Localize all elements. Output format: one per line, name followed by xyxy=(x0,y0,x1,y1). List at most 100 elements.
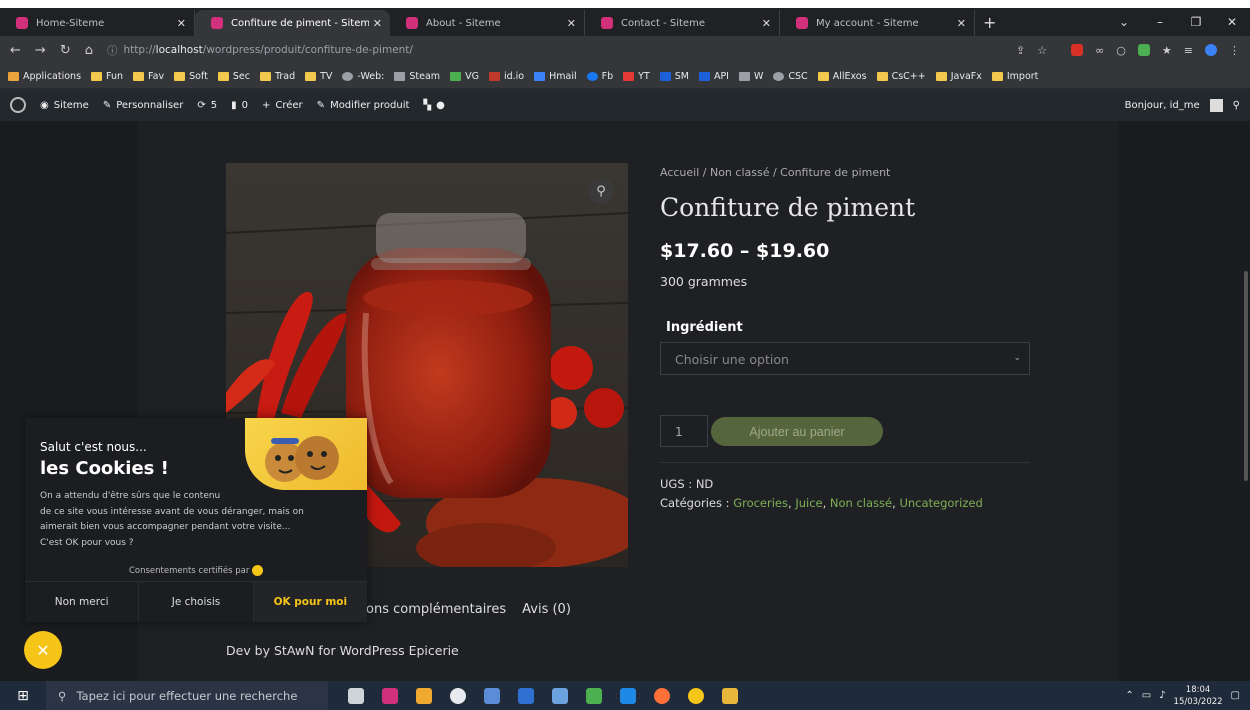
close-tab-icon[interactable]: ✕ xyxy=(567,17,576,30)
ingredient-select[interactable]: Choisir une option ⌄ xyxy=(660,342,1030,375)
clock[interactable]: 18:04 15/03/2022 xyxy=(1174,684,1223,708)
browser-tab[interactable]: My account - Siteme ✕ xyxy=(780,10,975,36)
share-icon[interactable]: ⇪ xyxy=(1016,44,1025,57)
avatar[interactable] xyxy=(1209,98,1223,112)
greeting[interactable]: Bonjour, id_me xyxy=(1125,100,1200,111)
bookmark-item[interactable]: Steam xyxy=(394,71,440,82)
bookmark-item[interactable]: Soft xyxy=(174,71,208,82)
bookmark-item[interactable]: -Web: xyxy=(342,71,384,82)
close-tab-icon[interactable]: ✕ xyxy=(177,17,186,30)
bookmark-item[interactable]: Fun xyxy=(91,71,123,82)
chevron-up-icon[interactable]: ⌃ xyxy=(1125,690,1133,701)
add-to-cart-button[interactable]: Ajouter au panier xyxy=(711,417,883,446)
browser-tab[interactable]: Home-Siteme ✕ xyxy=(0,10,195,36)
minimize-button[interactable]: – xyxy=(1142,15,1178,29)
close-tab-icon[interactable]: ✕ xyxy=(957,17,966,30)
yoast-link[interactable]: ▚ ● xyxy=(423,100,444,111)
back-icon[interactable]: ← xyxy=(10,43,21,58)
info-icon[interactable]: ⓘ xyxy=(107,43,118,58)
category-link[interactable]: Non classé xyxy=(830,496,892,510)
bookmark-item[interactable]: Fav xyxy=(133,71,164,82)
taskbar-search[interactable]: ⚲ Tapez ici pour effectuer une recherche xyxy=(46,681,328,710)
forward-icon[interactable]: → xyxy=(35,43,46,58)
firefox-icon[interactable] xyxy=(654,687,670,704)
browser-tab[interactable]: Contact - Siteme ✕ xyxy=(585,10,780,36)
category-link[interactable]: Juice xyxy=(795,496,822,510)
bookmark-item[interactable]: Import xyxy=(991,71,1038,82)
reload-icon[interactable]: ↻ xyxy=(60,43,71,58)
extension-icon[interactable] xyxy=(1071,44,1084,56)
bookmark-item[interactable]: id.io xyxy=(488,71,524,82)
bookmark-item[interactable]: Trad xyxy=(259,71,295,82)
profile-avatar[interactable] xyxy=(1205,44,1217,56)
task-view-icon[interactable] xyxy=(348,687,364,704)
bookmark-item[interactable]: API xyxy=(698,71,729,82)
home-icon[interactable]: ⌂ xyxy=(85,43,93,58)
category-link[interactable]: Groceries xyxy=(733,496,788,510)
cookie-close-icon[interactable]: ✕ xyxy=(24,631,62,669)
bookmark-item[interactable]: AllExos xyxy=(817,71,867,82)
new-tab-button[interactable]: + xyxy=(983,13,996,32)
scrollbar[interactable] xyxy=(1244,271,1248,481)
file-explorer-icon[interactable] xyxy=(722,687,738,704)
zoom-icon[interactable]: ⚲ xyxy=(588,178,614,204)
bookmark-item[interactable]: Fb xyxy=(586,71,613,82)
axeptio-logo-icon[interactable] xyxy=(252,565,264,576)
breadcrumb[interactable]: Accueil / Non classé / Confiture de pime… xyxy=(660,166,890,179)
wordpress-logo-icon[interactable] xyxy=(10,97,26,113)
app-icon[interactable] xyxy=(484,687,500,704)
address-bar[interactable]: ⓘ http://localhost/wordpress/produit/con… xyxy=(106,39,1048,61)
bookmark-item[interactable]: VG xyxy=(450,71,479,82)
bookmark-item[interactable]: CsC++ xyxy=(876,71,926,82)
restore-button[interactable]: ❐ xyxy=(1178,15,1214,29)
app-icon[interactable] xyxy=(382,687,398,704)
search-icon[interactable]: ⚲ xyxy=(1233,100,1240,111)
bookmark-item[interactable]: TV xyxy=(305,71,332,82)
customize-link[interactable]: ✎ Personnaliser xyxy=(103,100,184,111)
vscode-icon[interactable] xyxy=(620,687,636,704)
decline-button[interactable]: Non merci xyxy=(25,582,140,622)
tab-additional-info[interactable]: ons complémentaires xyxy=(366,602,506,617)
notification-icon[interactable]: ▢ xyxy=(1231,690,1240,701)
bookmark-item[interactable]: Sec xyxy=(217,71,250,82)
puzzle-icon[interactable]: ★ xyxy=(1162,44,1172,57)
close-tab-icon[interactable]: ✕ xyxy=(373,17,382,30)
bookmark-item[interactable]: Applications xyxy=(8,71,81,82)
windows-start-icon[interactable]: ⊞ xyxy=(0,688,46,704)
browser-tab-active[interactable]: Confiture de piment - Siteme ✕ xyxy=(195,10,390,36)
app-icon[interactable] xyxy=(416,687,432,704)
reading-list-icon[interactable]: ≡ xyxy=(1184,44,1193,57)
site-name-link[interactable]: ◉ Siteme xyxy=(40,100,89,111)
network-icon[interactable]: ▭ xyxy=(1142,690,1151,701)
volume-icon[interactable]: ♪ xyxy=(1159,690,1165,701)
bookmark-item[interactable]: SM xyxy=(659,71,689,82)
bookmark-item[interactable]: JavaFx xyxy=(935,71,982,82)
tab-search-icon[interactable]: ⌄ xyxy=(1106,15,1142,29)
menu-icon[interactable]: ⋮ xyxy=(1229,44,1240,57)
incognito-icon[interactable]: ∞ xyxy=(1095,44,1104,57)
edit-product-link[interactable]: ✎ Modifier produit xyxy=(317,100,410,111)
close-tab-icon[interactable]: ✕ xyxy=(762,17,771,30)
app-icon[interactable] xyxy=(586,687,602,704)
quantity-input[interactable]: 1 xyxy=(660,415,708,447)
bookmark-item[interactable]: YT xyxy=(623,71,650,82)
choose-button[interactable]: Je choisis xyxy=(139,582,254,622)
close-window-button[interactable]: ✕ xyxy=(1214,15,1250,29)
bookmark-star-icon[interactable]: ☆ xyxy=(1037,44,1047,57)
accept-button[interactable]: OK pour moi xyxy=(253,582,367,622)
comments-link[interactable]: ▮ 0 xyxy=(231,100,248,111)
browser-tab[interactable]: About - Siteme ✕ xyxy=(390,10,585,36)
updates-link[interactable]: ⟳ 5 xyxy=(197,100,217,111)
bookmark-item[interactable]: Hmail xyxy=(534,71,577,82)
app-icon[interactable] xyxy=(688,687,704,704)
chrome-icon[interactable] xyxy=(450,687,466,704)
extension-icon[interactable] xyxy=(1137,44,1150,56)
category-link[interactable]: Uncategorized xyxy=(899,496,982,510)
app-icon[interactable] xyxy=(552,687,568,704)
app-icon[interactable] xyxy=(518,687,534,704)
bookmark-item[interactable]: CSC xyxy=(773,71,808,82)
new-content-link[interactable]: + Créer xyxy=(262,100,303,111)
circle-extension-icon[interactable]: ○ xyxy=(1116,44,1126,57)
tab-reviews[interactable]: Avis (0) xyxy=(522,602,571,617)
bookmark-item[interactable]: W xyxy=(738,71,763,82)
